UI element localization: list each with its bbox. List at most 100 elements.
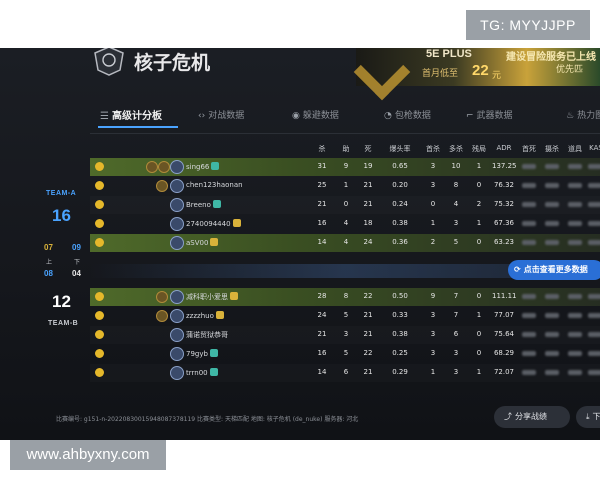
player-row[interactable]: aSV00 14 4 24 0.36 2 5 0 63.23 — [90, 234, 600, 252]
level-icon — [210, 238, 219, 246]
player-name[interactable]: Breeno — [186, 200, 221, 209]
player-row[interactable]: 减科职小爱思 28 8 22 0.50 9 7 0 111.11 — [90, 288, 600, 306]
player-row[interactable]: chen123haonan 25 1 21 0.20 3 8 0 76.32 — [90, 177, 600, 195]
player-name[interactable]: 减科职小爱思 — [186, 292, 238, 302]
player-name[interactable]: aSV00 — [186, 238, 219, 247]
avatar[interactable] — [170, 160, 184, 174]
tab-advanced-scoreboard[interactable]: ☰ 高级计分板 — [100, 107, 162, 122]
hidden-value — [568, 370, 582, 375]
hidden-value — [588, 332, 600, 337]
versus-icon: ‹› — [198, 111, 206, 121]
hidden-value — [522, 240, 536, 245]
assists-cell: 3 — [343, 330, 349, 338]
assists-cell: 1 — [343, 181, 349, 189]
avatar[interactable] — [170, 236, 184, 250]
hidden-value — [568, 240, 582, 245]
team-b-score: 12 — [52, 292, 71, 311]
hidden-value — [568, 332, 582, 337]
kills-cell: 31 — [317, 162, 327, 170]
hidden-value — [545, 294, 559, 299]
player-row[interactable]: trrn00 14 6 21 0.29 1 3 1 72.07 — [90, 364, 600, 382]
hidden-value — [522, 370, 536, 375]
player-name[interactable]: 蒲诺贸狱恭哥 — [186, 330, 228, 340]
active-tab-underline — [98, 126, 178, 128]
tab-weapon-data[interactable]: ⌐ 武器数据 — [466, 108, 513, 121]
tab-heatmap[interactable]: ♨ 热力图 — [566, 108, 600, 121]
tab-dodge-data[interactable]: ◉ 躲避数据 — [292, 108, 339, 121]
hidden-value — [568, 164, 582, 169]
clutch-cell: 2 — [476, 200, 482, 208]
clutch-cell: 0 — [476, 349, 482, 357]
clutch-cell: 0 — [476, 330, 482, 338]
download-button[interactable]: ⤓下载 — [576, 406, 600, 428]
hidden-value — [522, 294, 536, 299]
adr-cell: 75.64 — [493, 330, 515, 338]
first-kill-cell: 3 — [430, 349, 436, 357]
player-row[interactable]: 蒲诺贸狱恭哥 21 3 21 0.38 3 6 0 75.64 — [90, 326, 600, 344]
hidden-value — [545, 313, 559, 318]
adr-cell: 68.29 — [493, 349, 515, 357]
hidden-value — [545, 332, 559, 337]
tab-versus-data[interactable]: ‹› 对战数据 — [198, 108, 244, 121]
player-row[interactable]: 2740094440 16 4 18 0.38 1 3 1 67.36 — [90, 215, 600, 233]
kills-cell: 24 — [317, 311, 327, 319]
tab-gun-data[interactable]: ◔ 包枪数据 — [384, 108, 431, 121]
player-name[interactable]: zzzzhuo — [186, 311, 224, 320]
col-hs-rate[interactable]: 爆头率 — [388, 144, 412, 154]
avatar[interactable] — [170, 198, 184, 212]
player-name[interactable]: trrn00 — [186, 368, 218, 377]
col-kills[interactable]: 杀 — [310, 144, 334, 154]
col-first-death[interactable]: 首死 — [517, 144, 541, 154]
hs-cell: 0.65 — [392, 162, 408, 170]
adr-cell: 75.32 — [493, 200, 515, 208]
clutch-cell: 1 — [476, 368, 482, 376]
col-snipe-kill[interactable]: 摄杀 — [540, 144, 564, 154]
player-row[interactable]: sing66 31 9 19 0.65 3 10 1 137.25 — [90, 158, 600, 176]
team-b-second-half: 04 — [72, 269, 81, 278]
level-icon — [215, 311, 224, 319]
hidden-value — [545, 370, 559, 375]
player-name[interactable]: 79gyb — [186, 349, 218, 358]
hidden-value — [545, 183, 559, 188]
gun-icon: ◔ — [384, 111, 392, 121]
share-button[interactable]: ⤴ 分享战绩 — [494, 406, 570, 428]
player-row[interactable]: zzzzhuo 24 5 21 0.33 3 7 1 77.07 — [90, 307, 600, 325]
promo-unit: 元 — [492, 71, 502, 81]
hidden-value — [568, 351, 582, 356]
status-dot — [95, 368, 104, 377]
avatar[interactable] — [170, 347, 184, 361]
avatar[interactable] — [170, 290, 184, 304]
player-name[interactable]: chen123haonan — [186, 181, 243, 189]
kills-cell: 14 — [317, 238, 327, 246]
hidden-value — [588, 313, 600, 318]
col-first-kill[interactable]: 首杀 — [421, 144, 445, 154]
view-more-button[interactable]: ⟳ 点击查看更多数据 — [508, 260, 600, 280]
col-kas[interactable]: KAS — [584, 144, 600, 152]
hidden-value — [545, 351, 559, 356]
col-adr[interactable]: ADR — [492, 144, 516, 152]
clutch-cell: 0 — [476, 238, 482, 246]
player-name[interactable]: 2740094440 — [186, 219, 241, 228]
player-name[interactable]: sing66 — [186, 162, 220, 171]
first-kill-cell: 3 — [430, 181, 436, 189]
player-row[interactable]: Breeno 21 0 21 0.24 0 4 2 75.32 — [90, 196, 600, 214]
multi-kill-cell: 5 — [453, 238, 459, 246]
hs-cell: 0.36 — [392, 238, 408, 246]
watermark-top: TG: MYYJJPP — [466, 10, 590, 40]
hidden-value — [545, 202, 559, 207]
avatar[interactable] — [170, 328, 184, 342]
col-deaths[interactable]: 死 — [356, 144, 380, 154]
avatar[interactable] — [170, 366, 184, 380]
col-multi-kill[interactable]: 多杀 — [444, 144, 468, 154]
player-row[interactable]: 79gyb 16 5 22 0.25 3 3 0 68.29 — [90, 345, 600, 363]
avatar[interactable] — [170, 217, 184, 231]
avatar[interactable] — [170, 309, 184, 323]
promo-banner[interactable]: 5E PLUS 首月低至 22 元 建设冒险服务已上线 优先匹 — [353, 48, 600, 101]
first-kill-cell: 1 — [430, 219, 436, 227]
level-icon — [212, 200, 221, 208]
col-clutch[interactable]: 残局 — [467, 144, 491, 154]
hidden-value — [568, 183, 582, 188]
col-assists[interactable]: 助 — [334, 144, 358, 154]
deaths-cell: 18 — [363, 219, 373, 227]
avatar[interactable] — [170, 179, 184, 193]
